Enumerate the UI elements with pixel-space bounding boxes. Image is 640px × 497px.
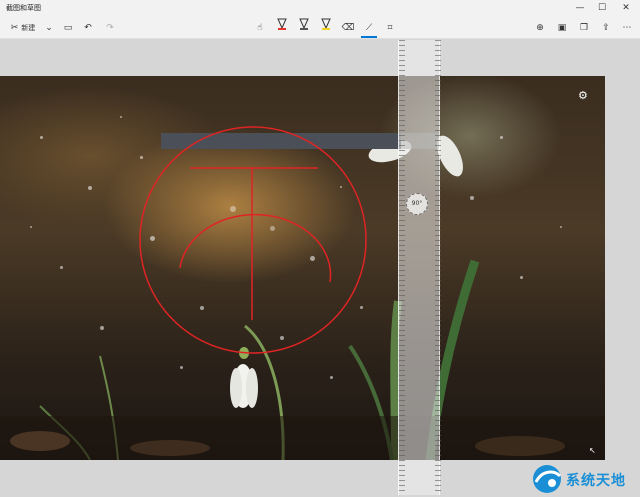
ruler-overlay[interactable] [398, 40, 441, 495]
watermark-text: 系统天地 [566, 473, 626, 489]
watermark-logo-icon [533, 465, 562, 493]
watermark: 系统天地 [530, 462, 638, 495]
pen-ink-drawing [139, 126, 367, 354]
ruler-ticks [399, 40, 441, 495]
ruler-angle-dial[interactable]: 90° [406, 193, 428, 215]
